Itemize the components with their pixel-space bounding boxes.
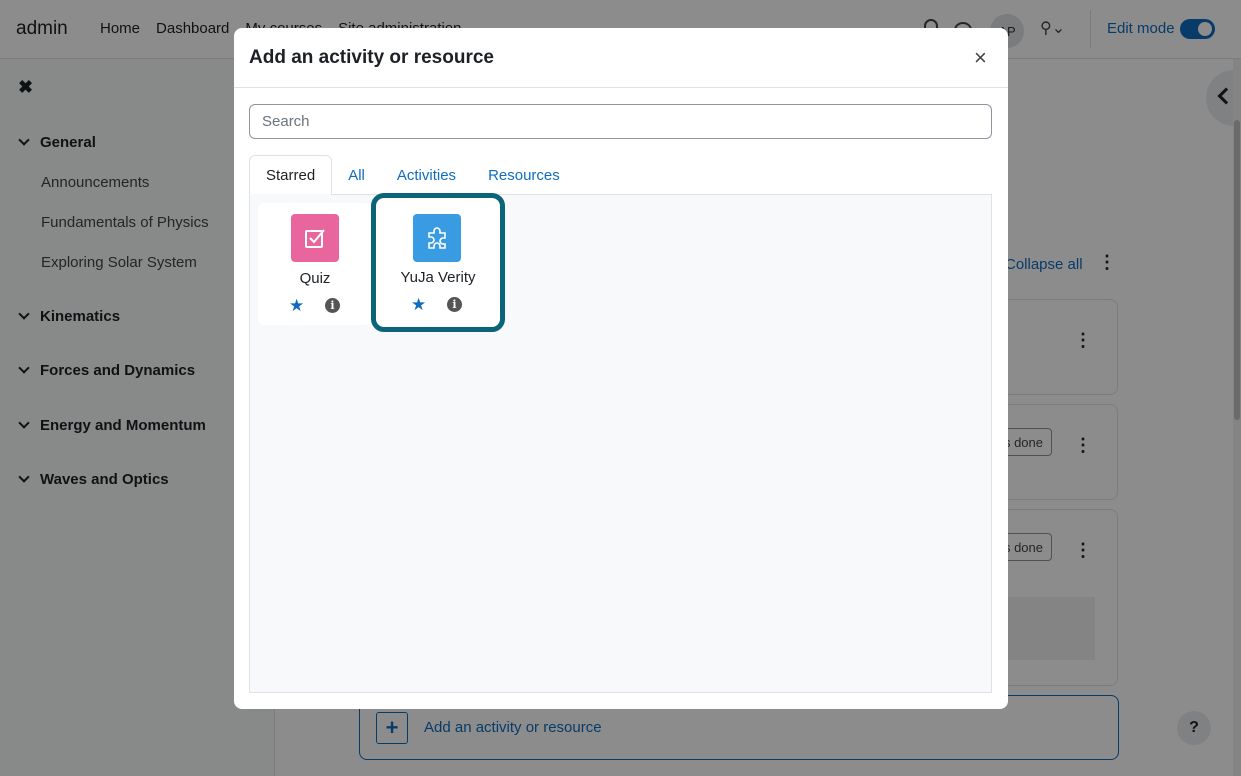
info-icon[interactable]: i <box>325 298 340 313</box>
activity-label[interactable]: YuJa Verity <box>376 269 500 286</box>
star-icon[interactable]: ★ <box>411 296 426 313</box>
add-activity-modal: Add an activity or resource × Starred Al… <box>234 28 1008 709</box>
tab-all[interactable]: All <box>332 155 381 195</box>
search-input[interactable] <box>249 104 992 139</box>
tab-activities[interactable]: Activities <box>381 155 472 195</box>
modal-header: Add an activity or resource × <box>234 28 1008 88</box>
info-icon[interactable]: i <box>447 297 462 312</box>
star-icon[interactable]: ★ <box>289 297 304 314</box>
starred-tab-panel: Quiz ★ i YuJa Verity ★ i <box>249 193 992 693</box>
modal-title: Add an activity or resource <box>249 47 494 68</box>
tab-starred[interactable]: Starred <box>249 155 333 195</box>
quiz-icon[interactable] <box>291 214 339 262</box>
puzzle-icon[interactable] <box>413 214 461 262</box>
activity-item-quiz[interactable]: Quiz ★ i <box>258 203 372 325</box>
tab-resources[interactable]: Resources <box>472 155 576 195</box>
close-icon[interactable]: × <box>974 47 987 69</box>
activity-label[interactable]: Quiz <box>258 270 372 287</box>
activity-tabs: Starred All Activities Resources <box>249 155 992 195</box>
activity-item-yuja-verity[interactable]: YuJa Verity ★ i <box>371 193 505 332</box>
